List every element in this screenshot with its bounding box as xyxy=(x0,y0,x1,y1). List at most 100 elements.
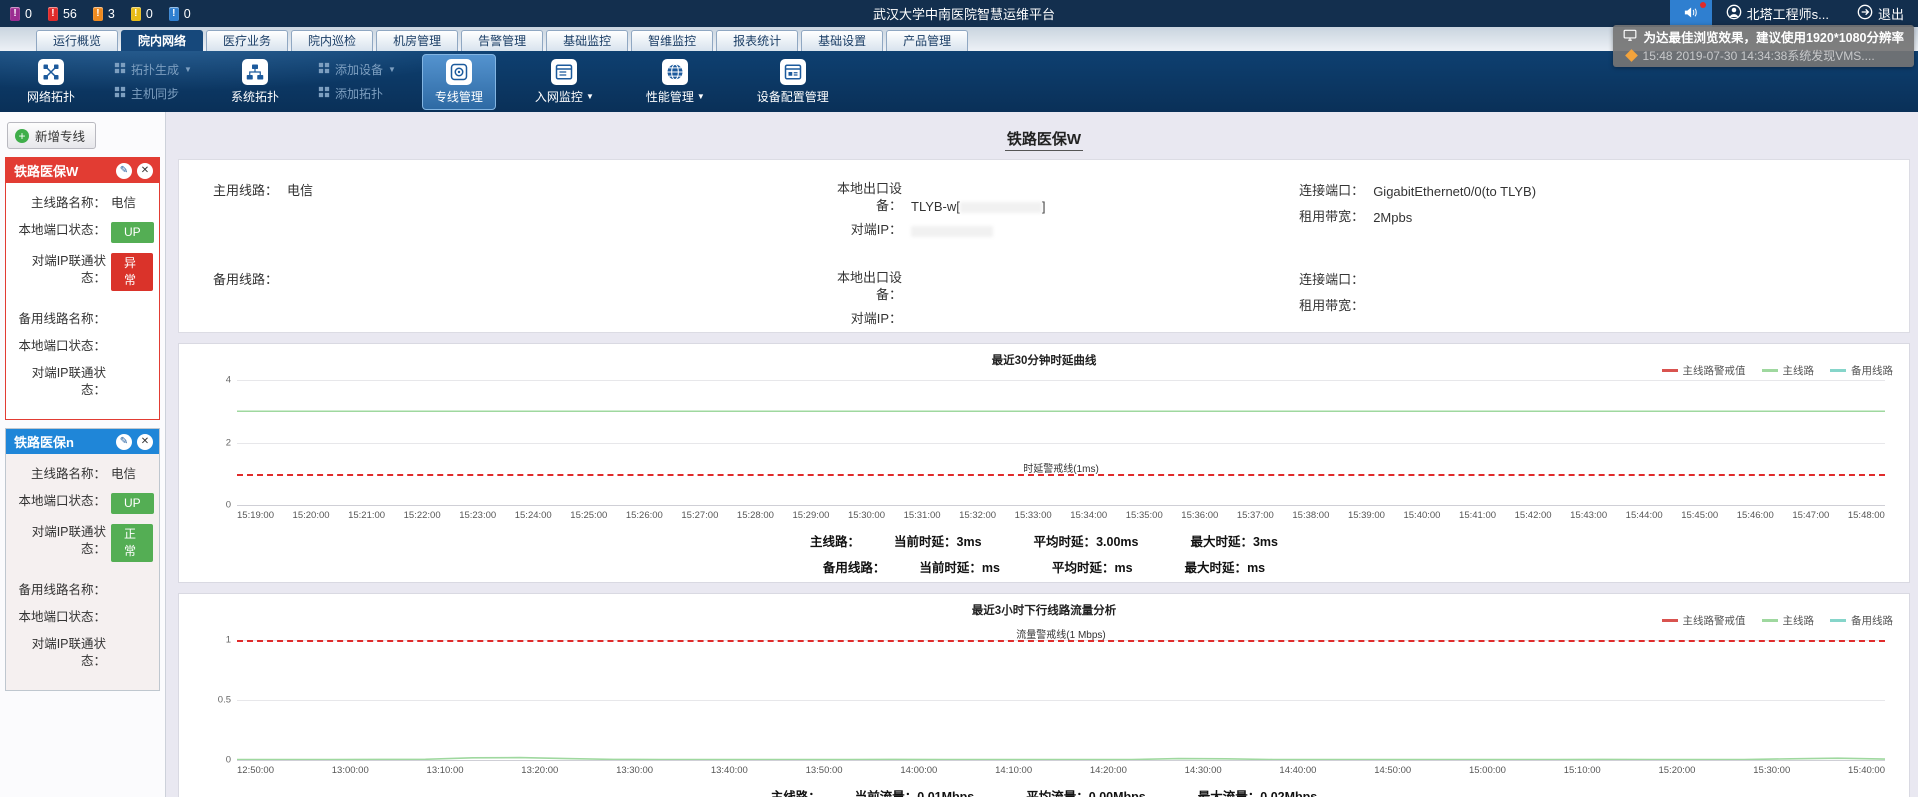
primary-line-label: 主用线路： xyxy=(213,183,278,198)
line-panel-field: 本地端口状态：UP xyxy=(10,493,153,514)
device-label: 本地出口设备： xyxy=(826,180,902,214)
logout-button[interactable]: 退出 xyxy=(1843,4,1918,23)
legend-item[interactable]: 主线路警戒值 xyxy=(1662,613,1746,628)
toolbar-button-1[interactable]: 网络拓扑 xyxy=(14,54,88,110)
toolbar-button-8[interactable]: 设备配置管理 xyxy=(744,54,842,110)
x-tick-label: 15:38:00 xyxy=(1292,510,1329,521)
user-icon xyxy=(1726,4,1742,23)
alert-count-minor-orange[interactable]: !3 xyxy=(93,7,115,21)
x-tick-label: 14:00:00 xyxy=(900,765,937,776)
line-panel-body: 主线路名称：电信本地端口状态：UP对端IP联通状态：正常备用线路名称：本地端口状… xyxy=(6,454,159,690)
legend-dash-icon xyxy=(1762,619,1778,622)
edit-pencil-icon[interactable]: ✎ xyxy=(116,163,132,179)
toolbar-button-label: 网络拓扑 xyxy=(27,88,75,105)
line-panel-2: 铁路医保n✎✕主线路名称：电信本地端口状态：UP对端IP联通状态：正常备用线路名… xyxy=(5,428,160,691)
topbar-right: 北塔工程师s... 退出 xyxy=(1488,0,1918,27)
x-tick-label: 15:25:00 xyxy=(570,510,607,521)
bandwidth-value: 2Mpbs xyxy=(1373,210,1412,225)
line-panel-field: 本地端口状态： xyxy=(10,338,153,355)
tab-3[interactable]: 医疗业务 xyxy=(206,30,288,51)
x-tick-label: 15:48:00 xyxy=(1848,510,1885,521)
resolution-notice: 为达最佳浏览效果，建议使用1920*1080分辨率 15:48 2019-07-… xyxy=(1613,25,1914,67)
x-tick-label: 14:10:00 xyxy=(995,765,1032,776)
legend-item[interactable]: 主线路 xyxy=(1762,613,1815,628)
tab-10[interactable]: 基础设置 xyxy=(801,30,883,51)
line-panel-header: 铁路医保n ✎ ✕ xyxy=(6,429,159,454)
alert-count-warning-yellow[interactable]: !0 xyxy=(131,7,153,21)
toolbar-button-7[interactable]: 性能管理▼ xyxy=(633,54,718,110)
close-icon[interactable]: ✕ xyxy=(137,163,153,179)
alert-count: 3 xyxy=(108,7,115,21)
chevron-down-icon: ▼ xyxy=(697,92,705,101)
x-tick-label: 15:35:00 xyxy=(1126,510,1163,521)
notification-sound-button[interactable] xyxy=(1670,0,1712,27)
line-detail-main: 铁路医保W 主用线路：电信 本地出口设备： TLYB-w[] 对端IP： xyxy=(166,112,1918,797)
tab-1[interactable]: 运行概览 xyxy=(36,30,118,51)
x-tick-label: 15:44:00 xyxy=(1626,510,1663,521)
stat-row: 备用线路：当前时延：ms平均时延：ms最大时延：ms xyxy=(823,557,1265,576)
alert-gem-icon: ! xyxy=(10,7,20,21)
add-line-label: 新增专线 xyxy=(35,126,85,145)
alert-count-major-red[interactable]: !56 xyxy=(48,7,77,21)
dedicated-line-icon xyxy=(446,59,472,85)
peer-ip-label: 对端IP： xyxy=(826,221,902,238)
x-tick-label: 15:43:00 xyxy=(1570,510,1607,521)
add-line-button[interactable]: + 新增专线 xyxy=(7,122,96,149)
monitor-icon xyxy=(1623,28,1637,45)
legend-item[interactable]: 主线路 xyxy=(1762,363,1815,378)
x-tick-label: 15:37:00 xyxy=(1237,510,1274,521)
event-ticker-text: 15:48 2019-07-30 14:34:38系统发现VMS.... xyxy=(1643,47,1875,64)
toolbar-button-3[interactable]: 系统拓扑 xyxy=(218,54,292,110)
app-window: !0!56!3!0!0 武汉大学中南医院智慧运维平台 北塔工程师s... 退出 … xyxy=(0,0,1918,797)
alert-count-critical-purple[interactable]: !0 xyxy=(10,7,32,21)
legend-item[interactable]: 备用线路 xyxy=(1830,363,1893,378)
current-user-button[interactable]: 北塔工程师s... xyxy=(1712,4,1843,23)
toolbar-button-5[interactable]: 专线管理 xyxy=(422,54,496,110)
status-badge: 正常 xyxy=(111,524,153,562)
port-value: GigabitEthernet0/0(to TLYB) xyxy=(1373,184,1536,199)
stat-row-label: 主线路： xyxy=(810,531,860,550)
stat-item: 最大时延：ms xyxy=(1185,557,1266,576)
tab-6[interactable]: 告警管理 xyxy=(461,30,543,51)
line-panel-field: 主线路名称：电信 xyxy=(10,195,153,212)
tab-4[interactable]: 院内巡检 xyxy=(291,30,373,51)
line-panel-field: 对端IP联通状态：异常 xyxy=(10,253,153,291)
legend-item[interactable]: 备用线路 xyxy=(1830,613,1893,628)
chart-plot-area: 024时延警戒线(1ms) xyxy=(237,380,1885,505)
tab-5[interactable]: 机房管理 xyxy=(376,30,458,51)
notification-dot xyxy=(1700,2,1706,8)
tab-8[interactable]: 智维监控 xyxy=(631,30,713,51)
alert-count-info-blue[interactable]: !0 xyxy=(169,7,191,21)
host-sync-icon xyxy=(114,86,126,101)
chart-legend: 主线路警戒值 主线路备用线路 xyxy=(1662,613,1894,628)
status-badge: UP xyxy=(111,222,154,243)
performance-icon xyxy=(662,59,688,85)
edit-pencil-icon[interactable]: ✎ xyxy=(116,434,132,450)
tab-7[interactable]: 基础监控 xyxy=(546,30,628,51)
x-tick-label: 13:50:00 xyxy=(806,765,843,776)
legend-item[interactable]: 主线路警戒值 xyxy=(1662,363,1746,378)
generate-topology-button: 拓扑生成▼ xyxy=(114,61,192,78)
x-tick-label: 15:20:00 xyxy=(1658,765,1695,776)
close-icon[interactable]: ✕ xyxy=(137,434,153,450)
x-axis-labels: 15:19:0015:20:0015:21:0015:22:0015:23:00… xyxy=(237,510,1885,521)
field-label: 对端IP联通状态： xyxy=(10,253,106,287)
tab-9[interactable]: 报表统计 xyxy=(716,30,798,51)
chart-title: 最近30分钟时延曲线 xyxy=(193,352,1895,368)
toolbar-button-6[interactable]: 入网监控▼ xyxy=(522,54,607,110)
traffic-chart-panel: 最近3小时下行线路流量分析主线路警戒值主线路备用线路00.51流量警戒线(1 M… xyxy=(178,593,1910,797)
device-config-icon xyxy=(780,59,806,85)
x-tick-label: 15:23:00 xyxy=(459,510,496,521)
line-panel-title: 铁路医保n xyxy=(14,432,111,451)
field-label: 本地端口状态： xyxy=(10,493,106,510)
x-tick-label: 15:29:00 xyxy=(792,510,829,521)
tab-2[interactable]: 院内网络 xyxy=(121,30,203,51)
redacted-peer-ip xyxy=(911,226,993,237)
x-tick-label: 15:30:00 xyxy=(1753,765,1790,776)
y-tick-label: 0 xyxy=(201,755,231,766)
field-label: 对端IP联通状态： xyxy=(10,524,106,558)
field-label: 本地端口状态： xyxy=(10,338,106,355)
tab-11[interactable]: 产品管理 xyxy=(886,30,968,51)
x-tick-label: 15:34:00 xyxy=(1070,510,1107,521)
stat-item: 当前流量：0.01Mbps xyxy=(855,786,974,797)
